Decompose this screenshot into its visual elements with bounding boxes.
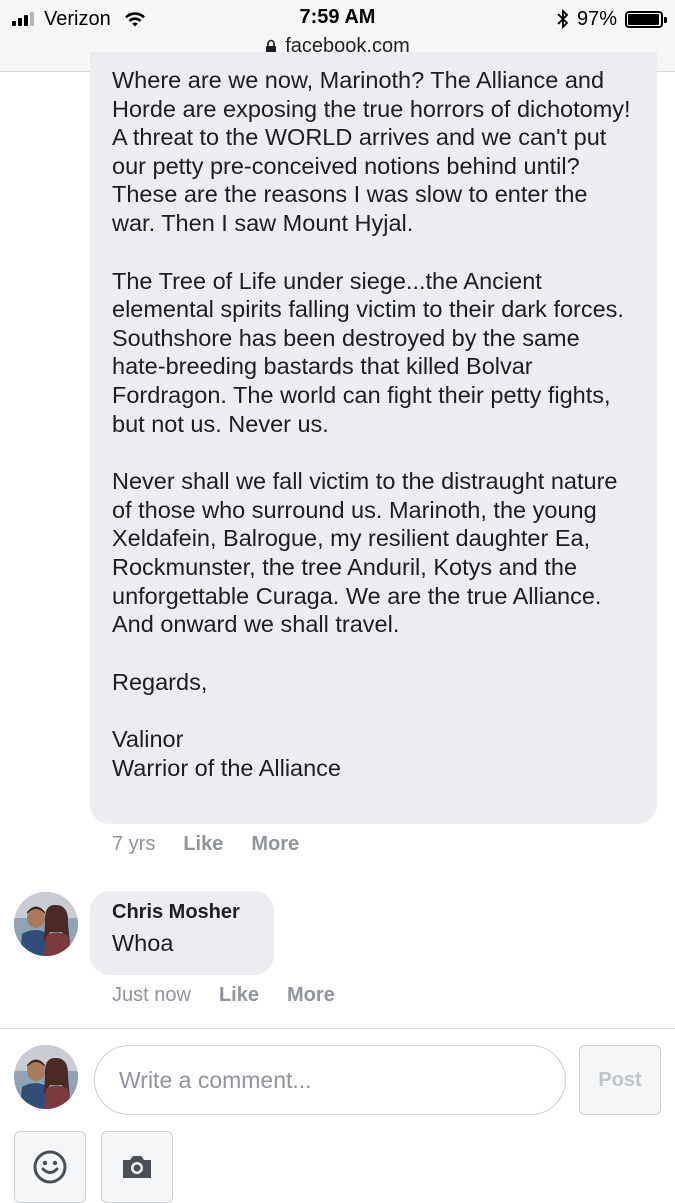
comment-text: Whoa	[112, 930, 174, 956]
comment-body: Where are we now, Marinoth? The Alliance…	[112, 66, 635, 782]
comment-actions: Just now Like More	[112, 984, 335, 1007]
avatar[interactable]	[14, 892, 78, 956]
comment-paragraph: Where are we now, Marinoth? The Alliance…	[112, 67, 631, 236]
more-button[interactable]: More	[287, 984, 335, 1007]
comment-paragraph: Regards,	[112, 668, 208, 695]
comment-bubble: Chris Mosher Whoa	[90, 891, 274, 975]
post-button[interactable]: Post	[579, 1045, 661, 1115]
comment-input[interactable]	[94, 1045, 566, 1115]
status-right: 97%	[557, 6, 667, 32]
battery-percent: 97%	[576, 7, 617, 30]
comment-timestamp[interactable]: 7 yrs	[112, 833, 155, 856]
like-button[interactable]: Like	[219, 984, 259, 1007]
emoji-button[interactable]	[14, 1131, 86, 1203]
signature-title: Warrior of the Alliance	[112, 754, 341, 781]
comment-timestamp[interactable]: Just now	[112, 984, 191, 1007]
camera-button[interactable]	[101, 1131, 173, 1203]
bluetooth-icon	[557, 9, 569, 29]
battery-icon	[625, 10, 667, 28]
avatar	[14, 1045, 78, 1109]
more-button[interactable]: More	[251, 833, 299, 856]
comment-bubble: Where are we now, Marinoth? The Alliance…	[90, 52, 657, 824]
comment-paragraph: Never shall we fall victim to the distra…	[112, 468, 618, 638]
profile-photo	[14, 892, 78, 956]
comment-paragraph: The Tree of Life under siege...the Ancie…	[112, 267, 624, 437]
divider	[0, 1028, 675, 1029]
camera-icon	[123, 1156, 151, 1178]
signature-name: Valinor	[112, 726, 184, 753]
like-button[interactable]: Like	[183, 833, 223, 856]
comment-author[interactable]: Chris Mosher	[112, 901, 252, 924]
comment-actions: 7 yrs Like More	[112, 833, 299, 856]
smiley-icon	[33, 1150, 67, 1184]
profile-photo	[14, 1045, 78, 1109]
